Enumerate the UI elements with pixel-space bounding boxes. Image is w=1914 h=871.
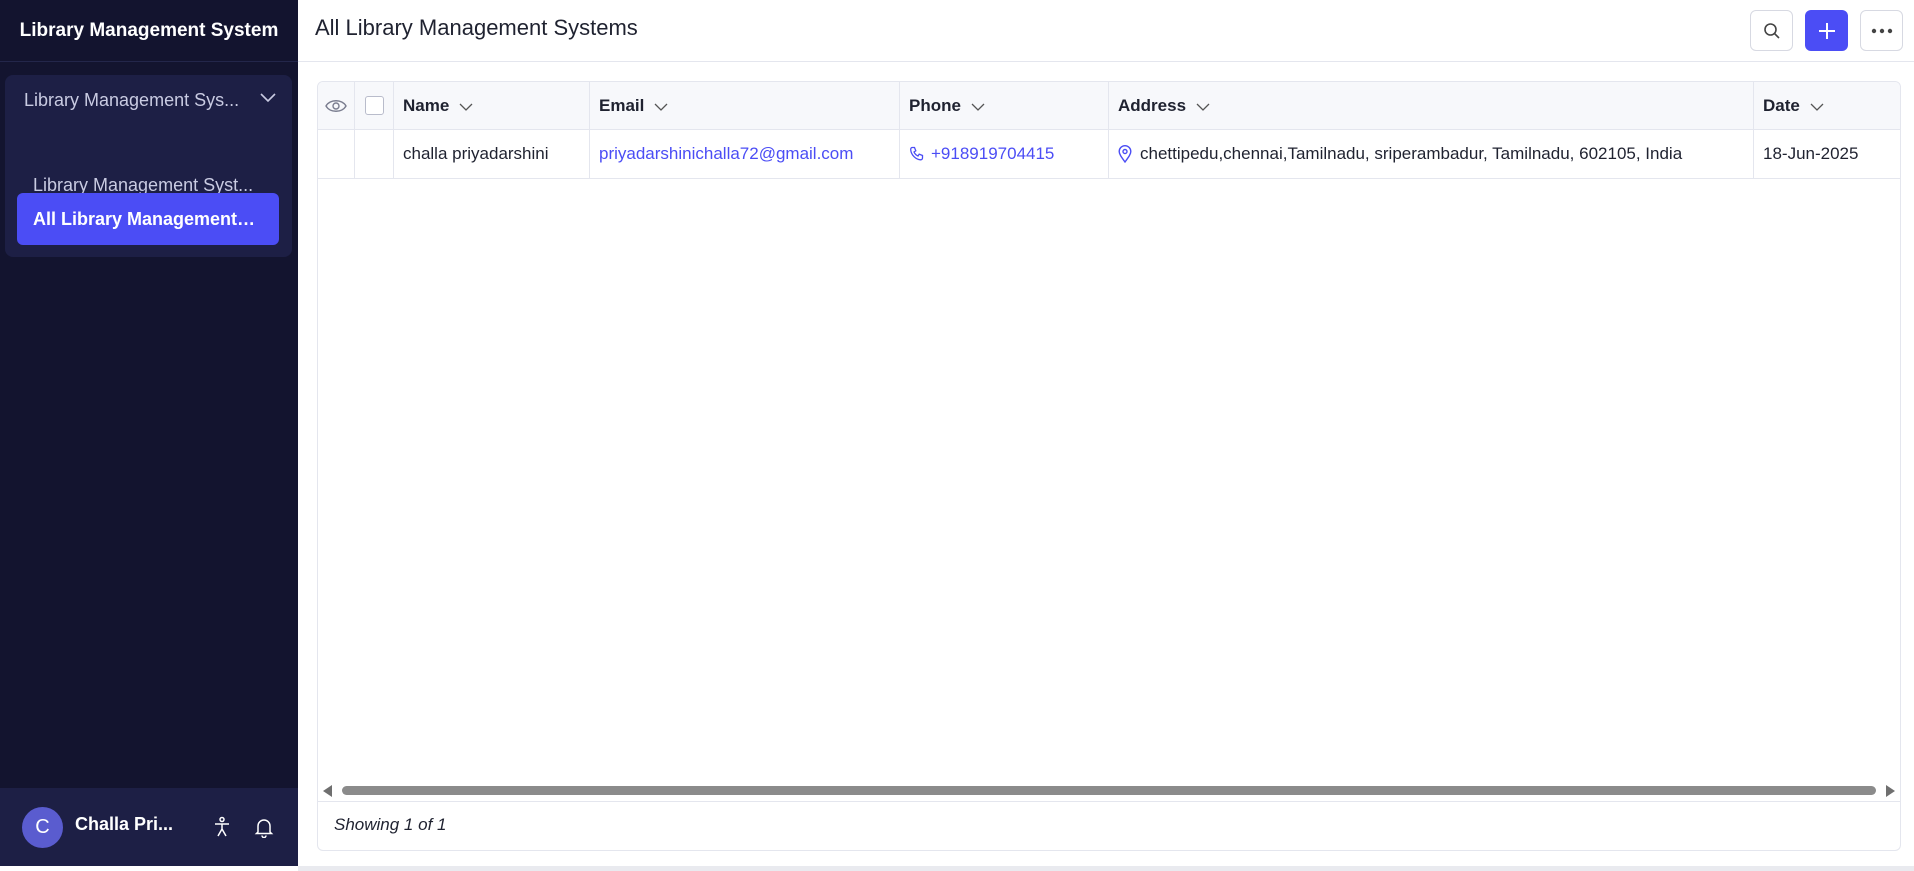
column-header-label: Name [403, 95, 450, 115]
row-view-cell [318, 130, 355, 178]
select-all-checkbox[interactable] [364, 96, 384, 115]
scroll-right-arrow-icon[interactable] [1886, 785, 1895, 797]
plus-icon [1818, 22, 1835, 39]
column-header-email[interactable]: Email [590, 82, 900, 129]
column-header-label: Address [1118, 95, 1187, 115]
app-title: Library Management System [0, 0, 298, 62]
column-visibility-toggle[interactable] [318, 82, 355, 129]
chevron-down-icon [654, 103, 668, 111]
location-pin-icon [1118, 145, 1132, 163]
search-icon [1763, 22, 1780, 39]
chevron-down-icon [1196, 103, 1210, 111]
column-header-name[interactable]: Name [394, 82, 590, 129]
table-row[interactable]: challa priyadarshini priyadarshinichalla… [318, 130, 1900, 179]
sidebar-group-label: Library Management Sys... [24, 89, 240, 110]
select-all-checkbox-cell [355, 82, 394, 129]
sidebar: Library Management System Library Manage… [0, 0, 298, 866]
eye-icon [325, 99, 347, 112]
address-text: chettipedu,chennai,Tamilnadu, sriperamba… [1140, 144, 1683, 163]
chevron-down-icon [971, 103, 985, 111]
horizontal-scrollbar[interactable] [318, 778, 1900, 802]
cell-date: 18-Jun-2025 [1763, 144, 1859, 163]
search-button[interactable] [1750, 10, 1793, 51]
scroll-left-arrow-icon[interactable] [323, 785, 332, 797]
accessibility-icon[interactable] [210, 815, 234, 839]
chevron-down-icon [1810, 103, 1824, 111]
phone-link[interactable]: +918919704415 [931, 144, 1054, 164]
table-header: Name Email Phone Address Date [318, 82, 1900, 130]
column-header-label: Date [1763, 95, 1800, 115]
sidebar-group: Library Management Sys... Library Manage… [5, 75, 292, 257]
cell-name: challa priyadarshini [394, 130, 590, 178]
column-header-date[interactable]: Date [1754, 82, 1900, 129]
chevron-down-icon [260, 93, 276, 103]
page-title: All Library Management Systems [315, 15, 638, 40]
bottom-border [298, 866, 1914, 871]
user-name[interactable]: Challa Pri... [75, 814, 173, 835]
email-link[interactable]: priyadarshinichalla72@gmail.com [599, 144, 853, 164]
user-panel: C Challa Pri... [0, 788, 298, 866]
scrollbar-thumb[interactable] [342, 786, 1876, 795]
column-header-phone[interactable]: Phone [900, 82, 1109, 129]
row-checkbox-cell [355, 130, 394, 178]
records-table: Name Email Phone Address Date challa pri… [317, 81, 1901, 851]
header: All Library Management Systems [298, 0, 1914, 62]
column-header-label: Phone [909, 95, 961, 115]
bell-icon[interactable] [252, 815, 276, 839]
cell-address: chettipedu,chennai,Tamilnadu, sriperamba… [1109, 130, 1754, 178]
column-header-address[interactable]: Address [1109, 82, 1754, 129]
column-header-label: Email [599, 95, 645, 115]
more-options-button[interactable] [1860, 10, 1903, 51]
pagination-status: Showing 1 of 1 [334, 815, 447, 834]
avatar[interactable]: C [22, 807, 63, 848]
cell-email: priyadarshinichalla72@gmail.com [590, 130, 900, 178]
phone-icon [910, 146, 924, 161]
sidebar-item-all-library-management-systems[interactable]: All Library Management S... [17, 193, 279, 245]
cell-phone: +918919704415 [900, 130, 1109, 178]
add-button[interactable] [1805, 10, 1848, 51]
sidebar-item-label: All Library Management S... [33, 208, 258, 229]
sidebar-group-header[interactable]: Library Management Sys... [5, 75, 292, 125]
chevron-down-icon [459, 103, 473, 111]
more-icon [1871, 28, 1892, 33]
